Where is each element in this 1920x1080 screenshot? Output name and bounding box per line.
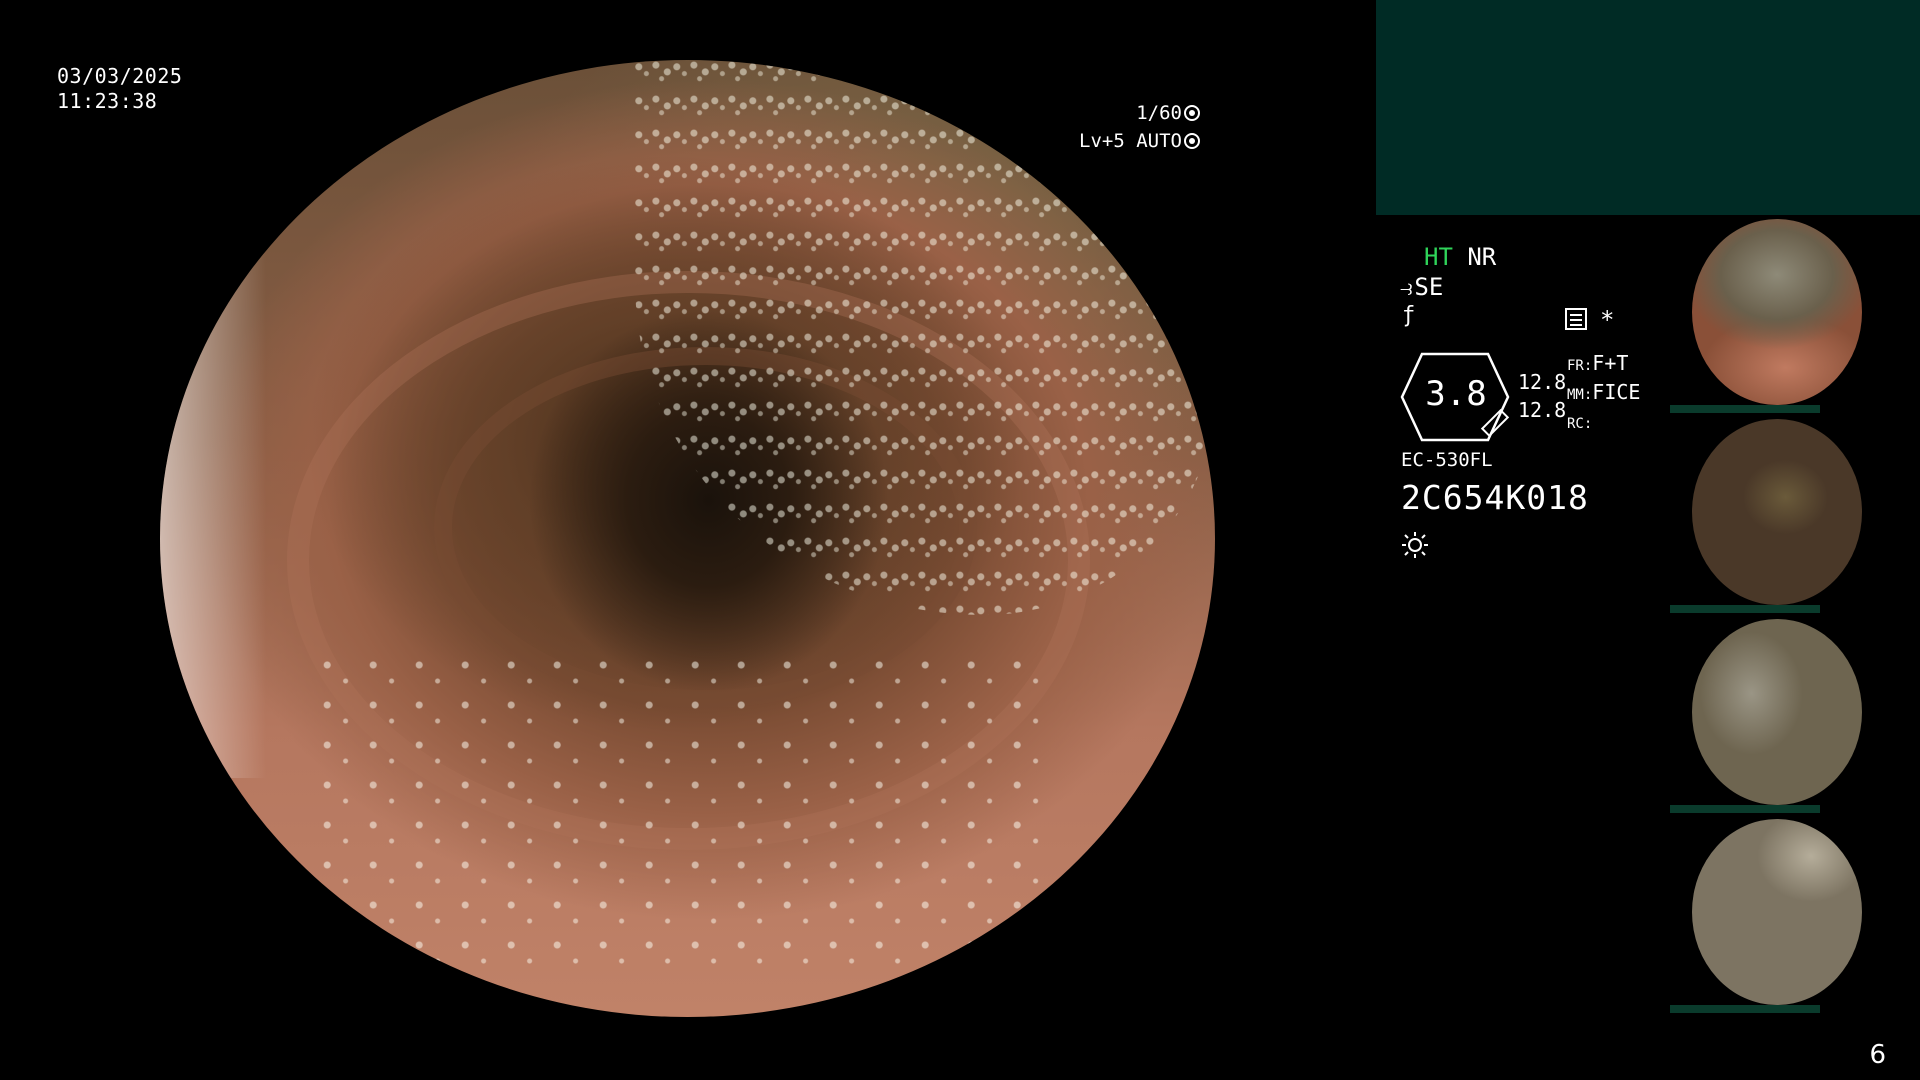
star-indicator: * xyxy=(1600,306,1615,334)
thumbnail-strip-bar xyxy=(1670,805,1820,813)
curve-icon: ƒ xyxy=(1402,303,1416,328)
thumbnail-image xyxy=(1692,819,1862,1005)
thumbnail-3[interactable] xyxy=(1670,615,1920,813)
lower-bubbles xyxy=(318,653,1057,979)
iris-icon xyxy=(1184,133,1200,149)
shutter-speed: 1/60 xyxy=(1136,102,1182,124)
level-row: Lv+5 AUTO xyxy=(1079,127,1200,155)
value-2: 12.8 xyxy=(1518,398,1567,422)
page-number: 6 xyxy=(1869,1040,1886,1070)
aperture-icon xyxy=(1184,105,1200,121)
scope-hook-icon: ⥽ xyxy=(1400,276,1413,301)
brightness-level: Lv+5 xyxy=(1079,130,1125,152)
nr-indicator: NR xyxy=(1467,243,1497,271)
thumbnail-1[interactable] xyxy=(1670,215,1920,413)
zoom-value: 3.8 xyxy=(1425,374,1487,414)
light-glare xyxy=(160,251,266,778)
thumbnail-2[interactable] xyxy=(1670,415,1920,613)
fr-value: F+T xyxy=(1592,351,1629,375)
scope-serial: 2C654K018 xyxy=(1401,478,1589,517)
time-text: 11:23:38 xyxy=(57,89,158,113)
reference-panel xyxy=(1376,0,1920,215)
enhancement-row: HT NR xyxy=(1424,243,1496,271)
datetime: 03/03/2025 11:23:38 xyxy=(57,64,182,114)
thumbnail-image xyxy=(1692,419,1862,605)
label-column: FR:F+T MM:FICE RC: xyxy=(1567,350,1640,437)
value-column: 12.8 12.8 xyxy=(1518,368,1566,424)
exposure-mode: AUTO xyxy=(1136,130,1182,152)
thumbnail-strip-bar xyxy=(1670,405,1820,413)
fr-label: FR: xyxy=(1567,358,1593,374)
thumbnail-image xyxy=(1692,619,1862,805)
thumbnail-strip-bar xyxy=(1670,1005,1820,1013)
mm-label: MM: xyxy=(1567,387,1593,403)
exposure-info: 1/60 Lv+5 AUTO xyxy=(1079,99,1200,155)
shutter-row: 1/60 xyxy=(1079,99,1200,127)
se-indicator: SE xyxy=(1414,273,1444,301)
thumbnail-4[interactable] xyxy=(1670,815,1920,1013)
thumbnail-image xyxy=(1692,219,1862,405)
sun-icon xyxy=(1402,532,1428,558)
mm-value: FICE xyxy=(1592,380,1641,404)
thumbnail-strip-bar xyxy=(1670,605,1820,613)
scope-model: EC-530FL xyxy=(1401,449,1493,471)
menu-list-icon xyxy=(1565,308,1587,330)
date-text: 03/03/2025 xyxy=(57,64,183,88)
structure-row: ⥽SE xyxy=(1400,273,1443,301)
rc-label: RC: xyxy=(1567,416,1593,432)
ht-indicator: HT xyxy=(1424,243,1453,271)
value-1: 12.8 xyxy=(1518,370,1567,394)
endoscope-main-view xyxy=(160,60,1215,1017)
